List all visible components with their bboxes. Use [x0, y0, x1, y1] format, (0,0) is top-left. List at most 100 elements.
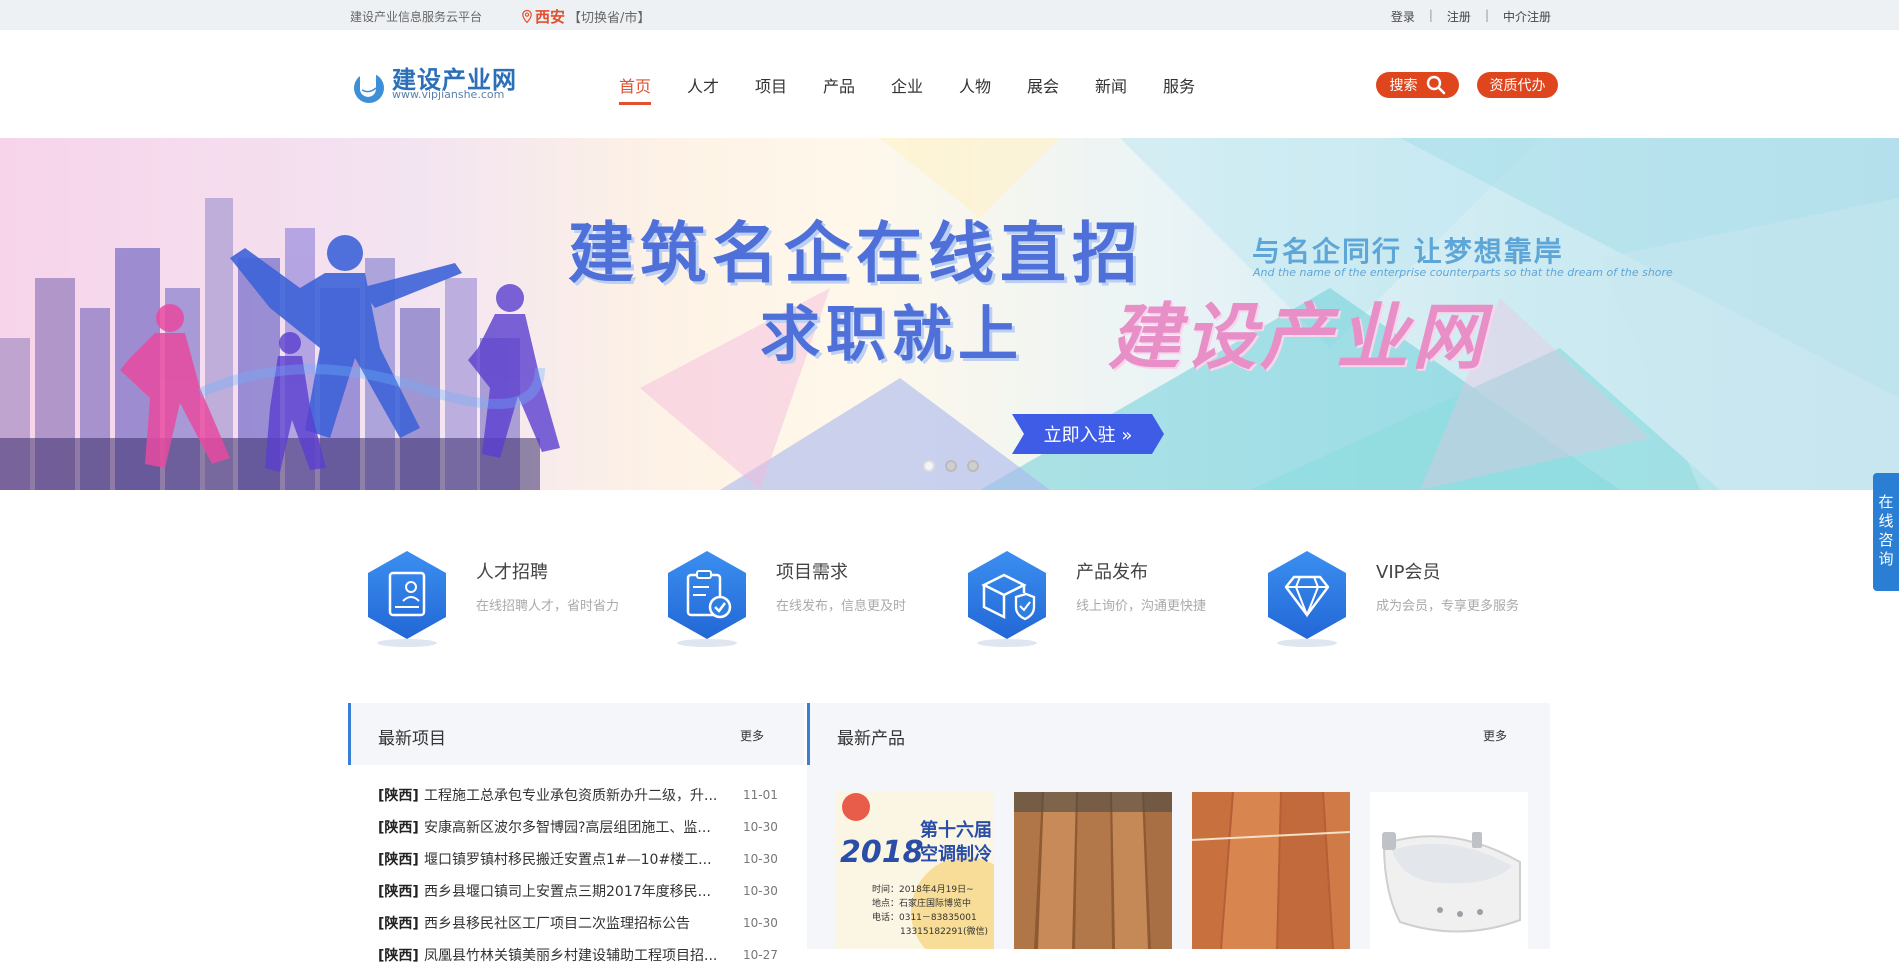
feature-products[interactable]: 产品发布 线上询价，沟通更快捷: [950, 545, 1240, 655]
province-tag: [陕西]: [378, 948, 419, 964]
project-date: 10-27: [743, 948, 778, 962]
nav-exhibitions[interactable]: 展会: [1009, 73, 1077, 103]
feature-projects[interactable]: 项目需求 在线发布，信息更及时: [650, 545, 940, 655]
project-title: 堰口镇罗镇村移民搬迁安置点1#—10#楼工...: [424, 852, 712, 868]
clipboard-check-icon: [668, 551, 746, 647]
nav-home[interactable]: 首页: [601, 73, 669, 105]
carousel-dot[interactable]: [923, 460, 935, 472]
join-now-button[interactable]: 立即入驻 »: [1012, 414, 1164, 454]
carousel-dot[interactable]: [967, 460, 979, 472]
feature-desc: 成为会员，专享更多服务: [1376, 599, 1520, 614]
panel-header: 最新产品 更多: [807, 703, 1550, 765]
more-products-link[interactable]: 更多: [1483, 727, 1507, 744]
panel-title: 最新项目: [378, 729, 446, 749]
site-header: 建设产业网 www.vipjianshe.com 首页 人才 项目 产品 企业 …: [0, 30, 1899, 138]
nav-products[interactable]: 产品: [805, 73, 873, 103]
banner-tagline: 与名企同行 让梦想靠岸: [1252, 235, 1564, 268]
feature-title: 人才招聘: [476, 562, 548, 583]
carousel-dot[interactable]: [945, 460, 957, 472]
account-links: 登录 | 注册 | 中介注册: [1391, 8, 1551, 25]
expo-poster-image: 2018 第十六届 空调制冷 时间：2018年4月19日~ 地点：石家庄国际博览…: [836, 792, 994, 949]
search-label: 搜索: [1389, 78, 1418, 94]
diamond-icon: [1268, 551, 1346, 647]
register-link[interactable]: 注册: [1447, 8, 1471, 25]
list-item[interactable]: [陕西] 凤凰县竹林关镇美丽乡村建设辅助工程项目招... 10-27: [378, 939, 788, 971]
province-tag: [陕西]: [378, 852, 419, 868]
latest-products-panel: 最新产品 更多 2018 第十六届 空调制冷 时间：2018年4月19日~ 地点…: [807, 703, 1550, 949]
product-card[interactable]: [1192, 792, 1350, 949]
project-date: 10-30: [743, 916, 778, 930]
panel-header: 最新项目 更多: [348, 703, 804, 765]
banner-headline-2: 求职就上: [760, 300, 1024, 370]
nav-news[interactable]: 新闻: [1077, 73, 1145, 103]
feature-talent[interactable]: 人才招聘 在线招聘人才，省时省力: [350, 545, 640, 655]
site-logo[interactable]: 建设产业网 www.vipjianshe.com: [350, 60, 525, 105]
qualification-label: 资质代办: [1489, 78, 1546, 94]
feature-desc: 在线发布，信息更及时: [776, 599, 907, 614]
search-button[interactable]: 搜索: [1376, 72, 1459, 98]
feature-desc: 线上询价，沟通更快捷: [1076, 599, 1207, 614]
project-date: 11-01: [743, 788, 778, 802]
project-title: 工程施工总承包专业承包资质新办升二级，升...: [424, 788, 718, 804]
panel-title: 最新产品: [837, 729, 905, 749]
expo-subheading: 空调制冷: [920, 843, 992, 865]
list-item[interactable]: [陕西] 西乡县移民社区工厂项目二次监理招标公告 10-30: [378, 907, 788, 939]
wood-boards-image: [1014, 792, 1172, 949]
province-tag: [陕西]: [378, 820, 419, 836]
join-now-label: 立即入驻 »: [1043, 425, 1133, 446]
feature-title: 产品发布: [1076, 562, 1148, 583]
qualification-service-button[interactable]: 资质代办: [1477, 72, 1558, 98]
nav-services[interactable]: 服务: [1145, 73, 1213, 103]
feature-title: 项目需求: [776, 562, 848, 583]
project-date: 10-30: [743, 884, 778, 898]
product-card[interactable]: [1014, 792, 1172, 949]
expo-line: 地点：石家庄国际博览中: [872, 897, 971, 909]
project-title: 西乡县堰口镇司上安置点三期2017年度移民...: [424, 884, 711, 900]
nav-people[interactable]: 人物: [941, 73, 1009, 103]
logo-hand-icon: [354, 64, 384, 103]
logo-url: www.vipjianshe.com: [392, 88, 505, 101]
nav-enterprises[interactable]: 企业: [873, 73, 941, 103]
project-date: 10-30: [743, 820, 778, 834]
divider: |: [1428, 8, 1433, 22]
divider: |: [1484, 8, 1489, 22]
top-bar: 建设产业信息服务云平台 西安 【切换省/市】 登录 | 注册 | 中介注册: [0, 0, 1899, 30]
nav-talent[interactable]: 人才: [669, 73, 737, 103]
list-item[interactable]: [陕西] 西乡县堰口镇司上安置点三期2017年度移民... 10-30: [378, 875, 788, 907]
list-item[interactable]: [陕西] 堰口镇罗镇村移民搬迁安置点1#—10#楼工... 10-30: [378, 843, 788, 875]
expo-line: 13315182291(微信): [900, 925, 988, 937]
location-pin-icon: [522, 10, 532, 23]
resume-icon: [368, 551, 446, 647]
current-city: 西安: [535, 8, 566, 26]
online-consult-tab[interactable]: 在线咨询: [1873, 473, 1899, 591]
project-date: 10-30: [743, 852, 778, 866]
agent-register-link[interactable]: 中介注册: [1503, 8, 1551, 25]
product-card[interactable]: [1370, 792, 1528, 949]
feature-title: VIP会员: [1376, 562, 1441, 583]
latest-projects-panel: 最新项目 更多 [陕西] 工程施工总承包专业承包资质新办升二级，升... 11-01…: [348, 703, 804, 964]
switch-region-link[interactable]: 【切换省/市】: [568, 7, 650, 26]
search-icon: [1426, 75, 1445, 95]
site-slogan: 建设产业信息服务云平台: [350, 10, 483, 24]
feature-desc: 在线招聘人才，省时省力: [476, 599, 620, 614]
nav-projects[interactable]: 项目: [737, 73, 805, 103]
banner-tagline-en: And the name of the enterprise counterpa…: [1253, 266, 1673, 279]
login-link[interactable]: 登录: [1391, 8, 1415, 25]
carousel-indicators: [923, 460, 979, 472]
box-shield-icon: [968, 551, 1046, 647]
feature-vip[interactable]: VIP会员 成为会员，专享更多服务: [1250, 545, 1540, 655]
province-tag: [陕西]: [378, 788, 419, 804]
more-projects-link[interactable]: 更多: [740, 727, 764, 744]
hero-banner[interactable]: 建筑名企在线直招 求职就上 建设产业网 与名企同行 让梦想靠岸 And the …: [0, 138, 1899, 490]
list-item[interactable]: [陕西] 安康高新区波尔多智博园?高层组团施工、监... 10-30: [378, 811, 788, 843]
list-item[interactable]: [陕西] 工程施工总承包专业承包资质新办升二级，升... 11-01: [378, 779, 788, 811]
product-card[interactable]: 2018 第十六届 空调制冷 时间：2018年4月19日~ 地点：石家庄国际博览…: [836, 792, 994, 949]
banner-brand-calligraphy: 建设产业网: [1108, 294, 1489, 379]
location-switcher[interactable]: 西安 【切换省/市】: [522, 6, 650, 27]
project-title: 凤凰县竹林关镇美丽乡村建设辅助工程项目招...: [424, 948, 718, 964]
project-list: [陕西] 工程施工总承包专业承包资质新办升二级，升... 11-01 [陕西] 安康高…: [378, 779, 788, 971]
red-wood-boards-image: [1192, 792, 1350, 949]
expo-line: 电话：0311－83835001: [872, 911, 977, 923]
banner-headline: 建筑名企在线直招: [568, 215, 1144, 292]
province-tag: [陕西]: [378, 884, 419, 900]
